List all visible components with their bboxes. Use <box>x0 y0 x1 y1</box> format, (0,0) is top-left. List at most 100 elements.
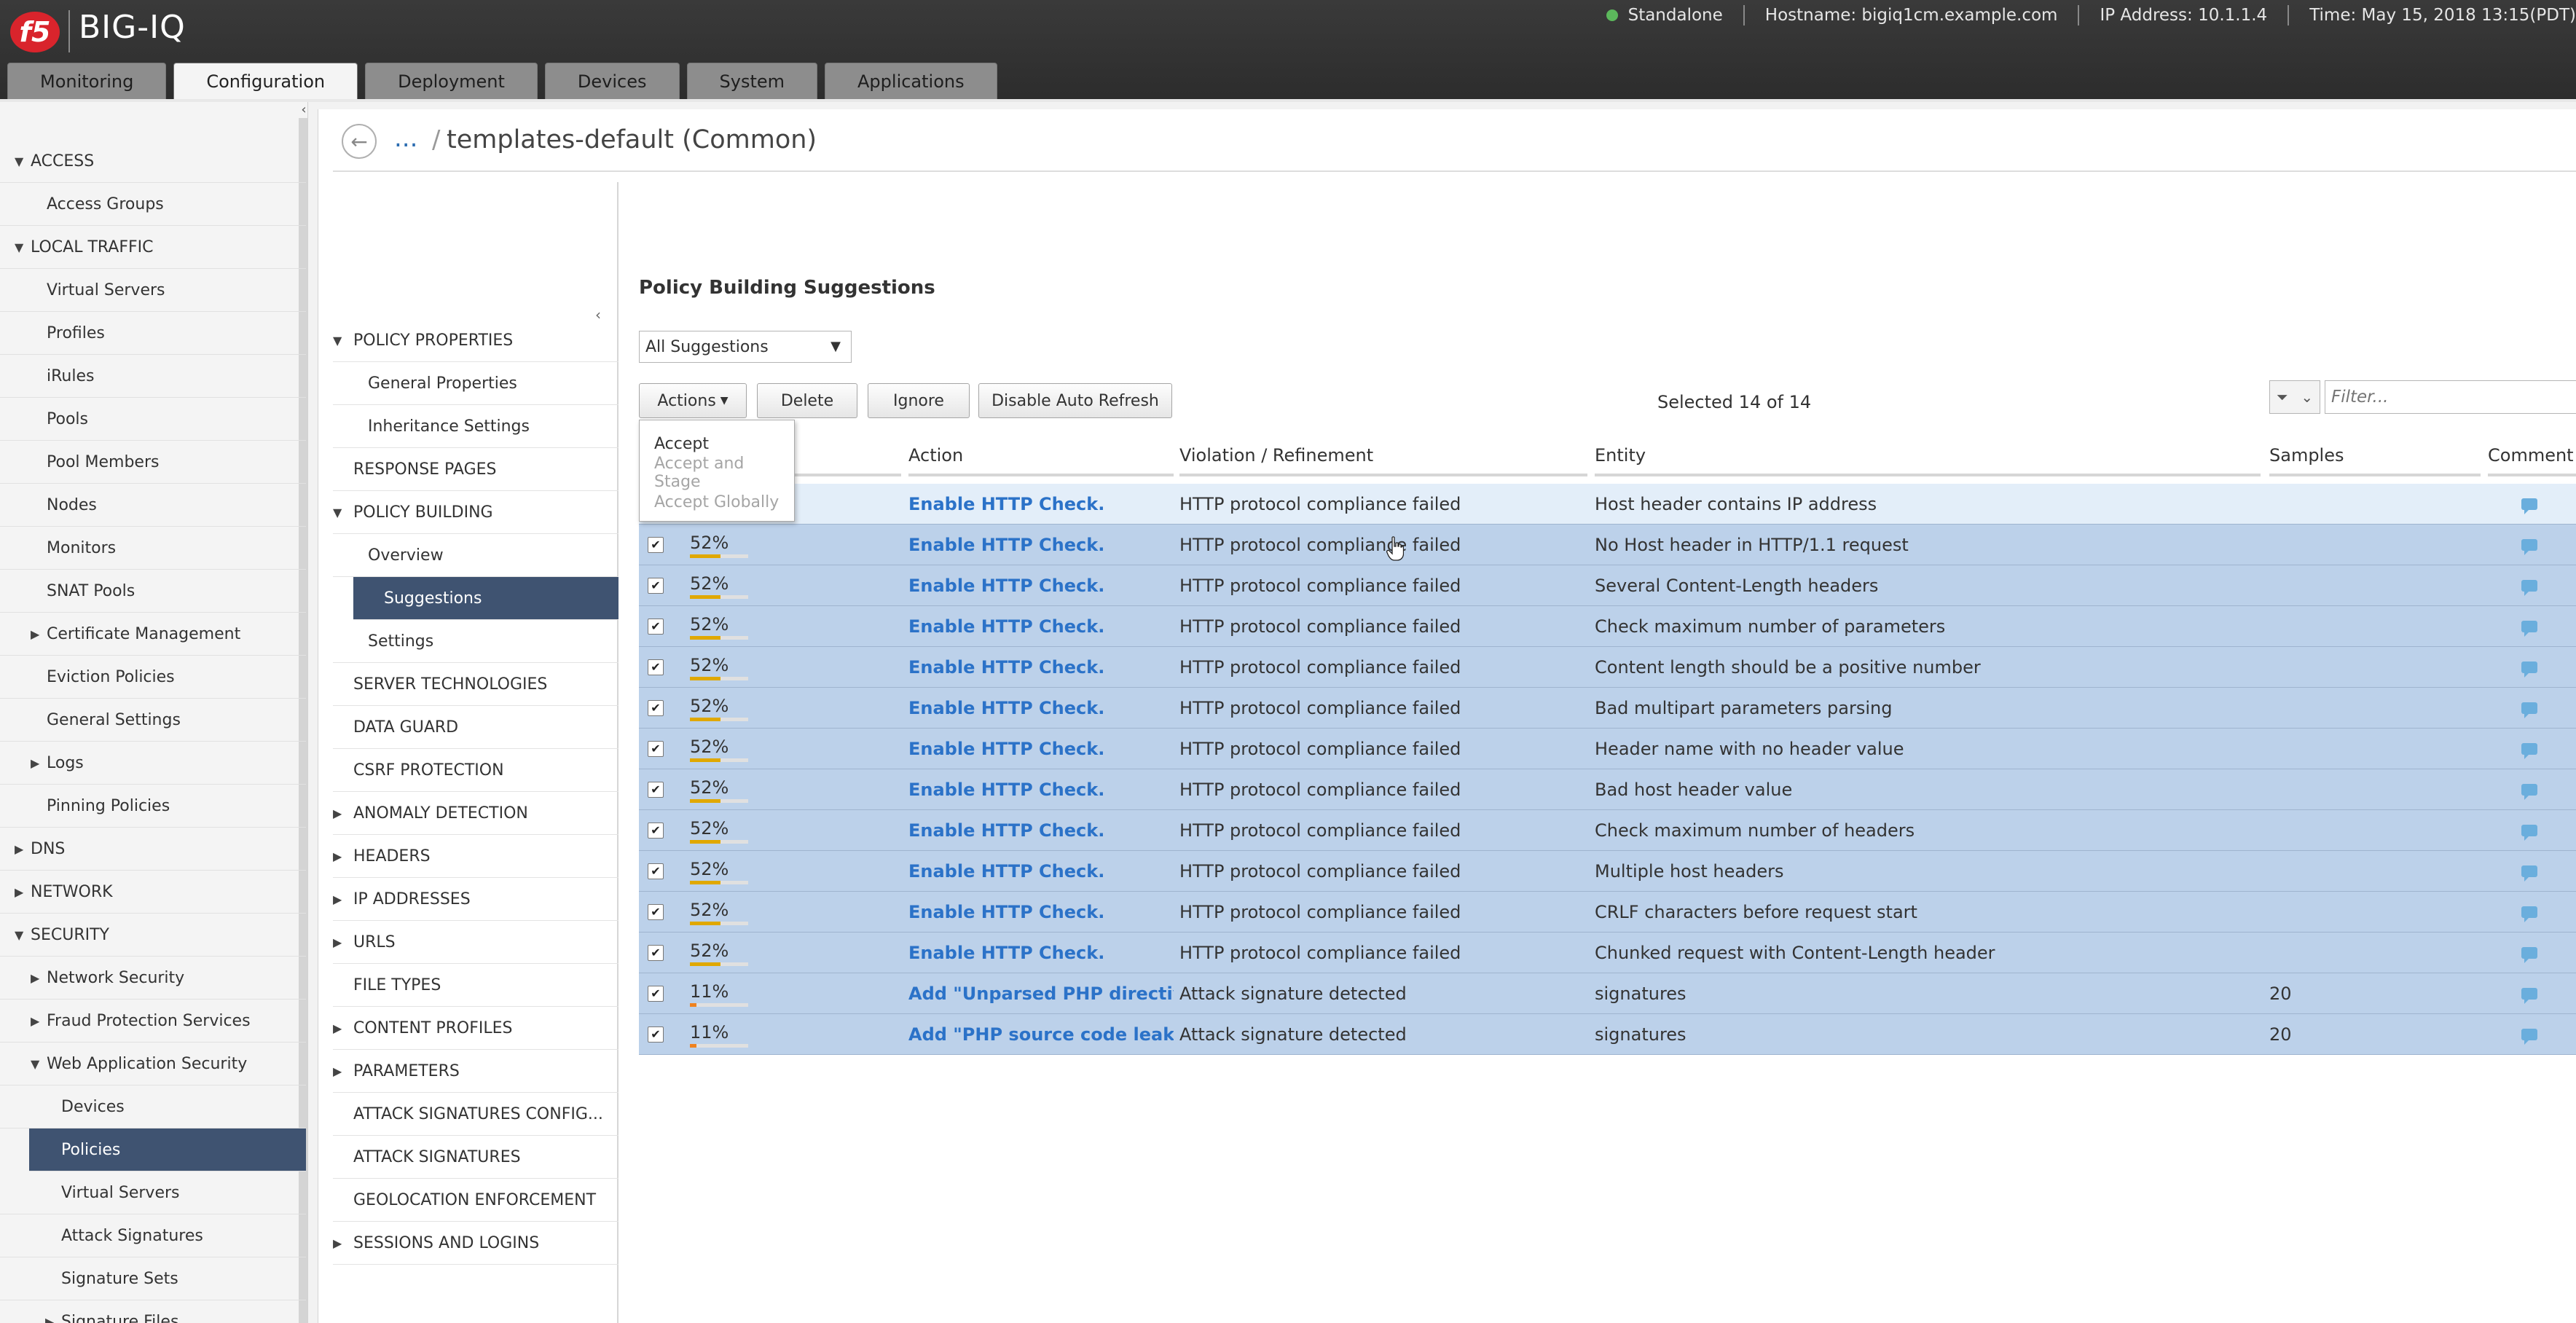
subnav-overview[interactable]: Overview <box>333 534 619 577</box>
row-comment[interactable] <box>2521 892 2551 933</box>
row-comment[interactable] <box>2521 729 2551 769</box>
nav-item-signature-sets[interactable]: Signature Sets <box>0 1257 306 1300</box>
breadcrumb-ellipsis[interactable]: ... <box>394 124 417 153</box>
nav-item-pools[interactable]: Pools <box>0 398 306 441</box>
menu-item-accept[interactable]: Accept <box>640 429 794 458</box>
row-comment[interactable] <box>2521 606 2551 647</box>
row-action-link[interactable]: Enable HTTP Check. <box>908 892 1174 933</box>
subnav-file-types[interactable]: FILE TYPES <box>333 964 619 1007</box>
nav-item-pinning-policies[interactable]: Pinning Policies <box>0 785 306 828</box>
row-action-link[interactable]: Enable HTTP Check. <box>908 565 1174 606</box>
row-comment[interactable] <box>2521 525 2551 565</box>
subnav-response-pages[interactable]: RESPONSE PAGES <box>333 448 619 491</box>
subnav-anomaly-detection[interactable]: ▶ ANOMALY DETECTION <box>333 792 619 835</box>
filter-options-button[interactable]: ⏷ ⌄ <box>2269 380 2320 414</box>
tab-deployment[interactable]: Deployment <box>365 63 538 100</box>
table-row[interactable]: ✔ 52% Enable HTTP Check. HTTP protocol comp… <box>639 525 2576 565</box>
nav-item-attack-signatures[interactable]: Attack Signatures <box>0 1214 306 1257</box>
column-header-action[interactable]: Action <box>908 437 1174 476</box>
nav-item-nodes[interactable]: Nodes <box>0 484 306 527</box>
table-row[interactable]: ✔ 11% Add "PHP source code leakag...Attack… <box>639 1014 2576 1055</box>
row-action-link[interactable]: Enable HTTP Check. <box>908 933 1174 973</box>
row-action-link[interactable]: Add "PHP source code leakag... <box>908 1014 1174 1055</box>
row-action-link[interactable]: Add "Unparsed PHP directive i... <box>908 973 1174 1014</box>
row-checkbox[interactable]: ✔ <box>648 606 669 647</box>
column-header-comment[interactable]: Comment <box>2488 437 2576 476</box>
subnav-parameters[interactable]: ▶ PARAMETERS <box>333 1050 619 1093</box>
suggestion-filter-select[interactable]: All Suggestions ▼ <box>639 331 852 363</box>
row-comment[interactable] <box>2521 769 2551 810</box>
tab-configuration[interactable]: Configuration <box>173 63 358 100</box>
table-row[interactable]: ✔ 52% Enable HTTP Check. HTTP protocol comp… <box>639 810 2576 851</box>
row-comment[interactable] <box>2521 484 2551 525</box>
row-comment[interactable] <box>2521 933 2551 973</box>
nav-item-general-settings[interactable]: General Settings <box>0 699 306 742</box>
subnav-policy-properties[interactable]: ▼ POLICY PROPERTIES <box>333 319 619 362</box>
row-comment[interactable] <box>2521 688 2551 729</box>
column-header-entity[interactable]: Entity <box>1595 437 2261 476</box>
row-action-link[interactable]: Enable HTTP Check. <box>908 647 1174 688</box>
subnav-headers[interactable]: ▶ HEADERS <box>333 835 619 878</box>
subnav-server-technologies[interactable]: SERVER TECHNOLOGIES <box>333 663 619 706</box>
row-checkbox[interactable]: ✔ <box>648 1014 669 1055</box>
subnav-content-profiles[interactable]: ▶ CONTENT PROFILES <box>333 1007 619 1050</box>
row-comment[interactable] <box>2521 810 2551 851</box>
nav-group-access[interactable]: ▼ ACCESS <box>0 140 306 183</box>
table-row[interactable]: ✔Enable HTTP Check.HTTP protocol complia… <box>639 484 2576 525</box>
row-action-link[interactable]: Enable HTTP Check. <box>908 688 1174 729</box>
row-action-link[interactable]: Enable HTTP Check. <box>908 525 1174 565</box>
nav-item-certificate-management[interactable]: ▶ Certificate Management <box>0 613 306 656</box>
subnav-attack-signatures[interactable]: ATTACK SIGNATURES <box>333 1136 619 1179</box>
disable-auto-refresh-button[interactable]: Disable Auto Refresh <box>978 383 1172 418</box>
table-row[interactable]: ✔ 52% Enable HTTP Check. HTTP protocol comp… <box>639 565 2576 606</box>
nav-item-eviction-policies[interactable]: Eviction Policies <box>0 656 306 699</box>
row-action-link[interactable]: Enable HTTP Check. <box>908 851 1174 892</box>
nav-item-pool-members[interactable]: Pool Members <box>0 441 306 484</box>
nav-item-policies[interactable]: Policies <box>29 1128 306 1171</box>
ignore-button[interactable]: Ignore <box>868 383 970 418</box>
row-checkbox[interactable]: ✔ <box>648 729 669 769</box>
row-action-link[interactable]: Enable HTTP Check. <box>908 810 1174 851</box>
row-checkbox[interactable]: ✔ <box>648 810 669 851</box>
row-checkbox[interactable]: ✔ <box>648 933 669 973</box>
table-row[interactable]: ✔ 52% Enable HTTP Check. HTTP protocol comp… <box>639 892 2576 933</box>
row-action-link[interactable]: Enable HTTP Check. <box>908 729 1174 769</box>
row-checkbox[interactable]: ✔ <box>648 769 669 810</box>
filter-input[interactable] <box>2325 380 2576 414</box>
nav-item-profiles[interactable]: Profiles <box>0 312 306 355</box>
row-action-link[interactable]: Enable HTTP Check. <box>908 769 1174 810</box>
nav-item-monitors[interactable]: Monitors <box>0 527 306 570</box>
nav-item-signature-files[interactable]: ▶ Signature Files <box>0 1300 306 1323</box>
subnav-data-guard[interactable]: DATA GUARD <box>333 706 619 749</box>
subnav-attack-signatures-config[interactable]: ATTACK SIGNATURES CONFIG... <box>333 1093 619 1136</box>
row-comment[interactable] <box>2521 565 2551 606</box>
table-row[interactable]: ✔ 11% Add "Unparsed PHP directive i...Atta… <box>639 973 2576 1014</box>
row-checkbox[interactable]: ✔ <box>648 525 669 565</box>
table-row[interactable]: ✔ 52% Enable HTTP Check. HTTP protocol comp… <box>639 647 2576 688</box>
table-row[interactable]: ✔ 52% Enable HTTP Check. HTTP protocol comp… <box>639 729 2576 769</box>
nav-item-irules[interactable]: iRules <box>0 355 306 398</box>
nav-item-devices[interactable]: Devices <box>0 1086 306 1128</box>
subnav-policy-building[interactable]: ▼ POLICY BUILDING <box>333 491 619 534</box>
tab-monitoring[interactable]: Monitoring <box>7 63 167 100</box>
table-row[interactable]: ✔ 52% Enable HTTP Check. HTTP protocol comp… <box>639 606 2576 647</box>
table-row[interactable]: ✔ 52% Enable HTTP Check. HTTP protocol comp… <box>639 933 2576 973</box>
row-checkbox[interactable]: ✔ <box>648 892 669 933</box>
nav-group-network[interactable]: ▶ NETWORK <box>0 871 306 914</box>
nav-item-fraud-protection[interactable]: ▶ Fraud Protection Services <box>0 1000 306 1043</box>
nav-group-dns[interactable]: ▶ DNS <box>0 828 306 871</box>
row-checkbox[interactable]: ✔ <box>648 565 669 606</box>
subnav-ip-addresses[interactable]: ▶ IP ADDRESSES <box>333 878 619 921</box>
row-checkbox[interactable]: ✔ <box>648 973 669 1014</box>
row-comment[interactable] <box>2521 851 2551 892</box>
subnav-suggestions[interactable]: Suggestions <box>353 577 619 620</box>
nav-group-security[interactable]: ▼ SECURITY <box>0 914 306 957</box>
back-button[interactable]: ← <box>342 124 377 159</box>
subnav-geolocation-enforcement[interactable]: GEOLOCATION ENFORCEMENT <box>333 1179 619 1222</box>
row-comment[interactable] <box>2521 1014 2551 1055</box>
table-row[interactable]: ✔ 52% Enable HTTP Check. HTTP protocol comp… <box>639 851 2576 892</box>
subnav-sessions-and-logins[interactable]: ▶ SESSIONS AND LOGINS <box>333 1222 619 1265</box>
nav-item-virtual-servers[interactable]: Virtual Servers <box>0 269 306 312</box>
nav-item-network-security[interactable]: ▶ Network Security <box>0 957 306 1000</box>
row-action-link[interactable]: Enable HTTP Check. <box>908 606 1174 647</box>
